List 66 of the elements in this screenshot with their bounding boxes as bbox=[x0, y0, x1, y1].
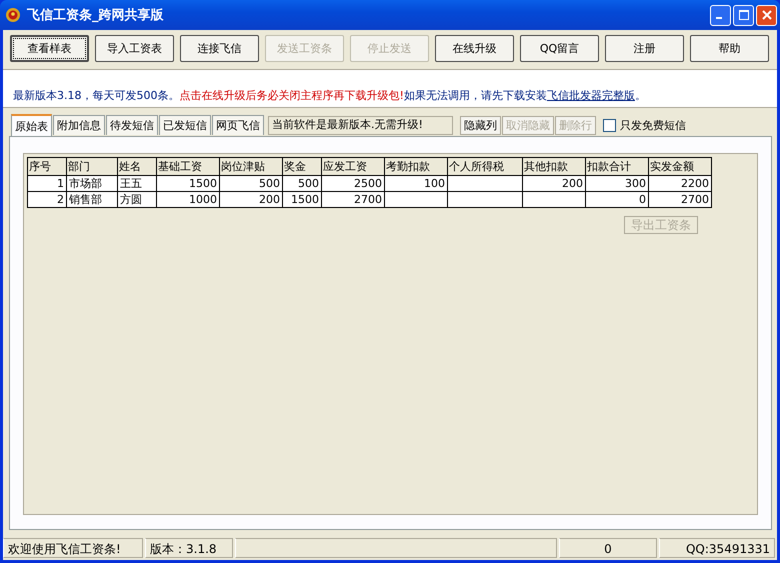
table-cell bbox=[384, 192, 448, 208]
table-cell: 市场部 bbox=[66, 176, 118, 192]
toolbar-button[interactable]: 导入工资表 bbox=[95, 35, 174, 62]
status-bar-panel: 版本：3.1.8 bbox=[145, 538, 233, 558]
tab[interactable]: 原始表 bbox=[11, 114, 52, 136]
close-icon bbox=[762, 10, 772, 20]
toolbar-button[interactable]: 注册 bbox=[605, 35, 684, 62]
column-header: 考勤扣款 bbox=[384, 158, 448, 176]
column-header: 奖金 bbox=[282, 158, 322, 176]
table-cell bbox=[522, 192, 586, 208]
status-message: 当前软件是最新版本.无需升级! bbox=[268, 116, 453, 134]
table-cell: 1500 bbox=[156, 176, 220, 192]
window-title: 飞信工资条_跨网共享版 bbox=[27, 6, 164, 24]
toolbar-button[interactable]: 连接飞信 bbox=[180, 35, 259, 62]
table-cell: 2500 bbox=[322, 176, 384, 192]
table-cell: 方圆 bbox=[118, 192, 156, 208]
tab[interactable]: 网页飞信 bbox=[212, 115, 264, 135]
warning-text: 点击在线升级后务必关闭主程序再下载升级包! bbox=[180, 88, 404, 103]
table-cell: 2 bbox=[28, 192, 66, 208]
column-header: 部门 bbox=[66, 158, 118, 176]
table-cell: 1 bbox=[28, 176, 66, 192]
table-cell: 2700 bbox=[648, 192, 712, 208]
table-cell: 1500 bbox=[282, 192, 322, 208]
status-bar-panel: 欢迎使用飞信工资条! bbox=[3, 538, 143, 558]
table-cell: 2200 bbox=[648, 176, 712, 192]
notice-text: 。 bbox=[634, 88, 646, 103]
column-header: 岗位津贴 bbox=[220, 158, 282, 176]
close-button[interactable] bbox=[756, 4, 777, 26]
column-header: 应发工资 bbox=[322, 158, 384, 176]
column-header: 基础工资 bbox=[156, 158, 220, 176]
column-header: 扣款合计 bbox=[586, 158, 648, 176]
column-button[interactable]: 隐藏列 bbox=[460, 116, 501, 134]
toolbar-button[interactable]: 在线升级 bbox=[435, 35, 514, 62]
table-cell: 王五 bbox=[118, 176, 156, 192]
notice-text: 如果无法调用，请先下载安装 bbox=[404, 88, 547, 103]
toolbar-button[interactable]: 查看样表 bbox=[10, 35, 89, 62]
table-cell: 500 bbox=[282, 176, 322, 192]
column-header: 个人所得税 bbox=[448, 158, 522, 176]
tab[interactable]: 已发短信 bbox=[159, 115, 211, 135]
maximize-button[interactable] bbox=[733, 4, 754, 26]
emblem-icon bbox=[5, 7, 21, 23]
status-bar-panel: QQ:35491331 bbox=[659, 538, 775, 558]
table-cell: 500 bbox=[220, 176, 282, 192]
toolbar-button[interactable]: QQ留言 bbox=[520, 35, 599, 62]
tab[interactable]: 待发短信 bbox=[106, 115, 158, 135]
column-header: 姓名 bbox=[118, 158, 156, 176]
column-header: 实发金额 bbox=[648, 158, 712, 176]
toolbar-button[interactable]: 帮助 bbox=[690, 35, 769, 62]
status-bar-panel: 0 bbox=[559, 538, 657, 558]
column-header: 其他扣款 bbox=[522, 158, 586, 176]
download-link[interactable]: 飞信批发器完整版 bbox=[546, 88, 635, 103]
table-cell: 1000 bbox=[156, 192, 220, 208]
tab[interactable]: 附加信息 bbox=[53, 115, 105, 135]
notice-text: 最新版本3.18，每天可发500条。 bbox=[13, 88, 180, 103]
column-header: 序号 bbox=[28, 158, 66, 176]
maximize-icon bbox=[738, 10, 748, 20]
table-cell: 销售部 bbox=[66, 192, 118, 208]
minimize-button[interactable] bbox=[710, 4, 731, 26]
minimize-icon bbox=[716, 17, 722, 19]
table-cell: 200 bbox=[522, 176, 586, 192]
table-cell: 300 bbox=[586, 176, 648, 192]
table-cell: 100 bbox=[384, 176, 448, 192]
table-cell: 200 bbox=[220, 192, 282, 208]
free-sms-checkbox[interactable]: 只发免费短信 bbox=[603, 118, 686, 132]
table-cell: 2700 bbox=[322, 192, 384, 208]
table-cell: 0 bbox=[586, 192, 648, 208]
